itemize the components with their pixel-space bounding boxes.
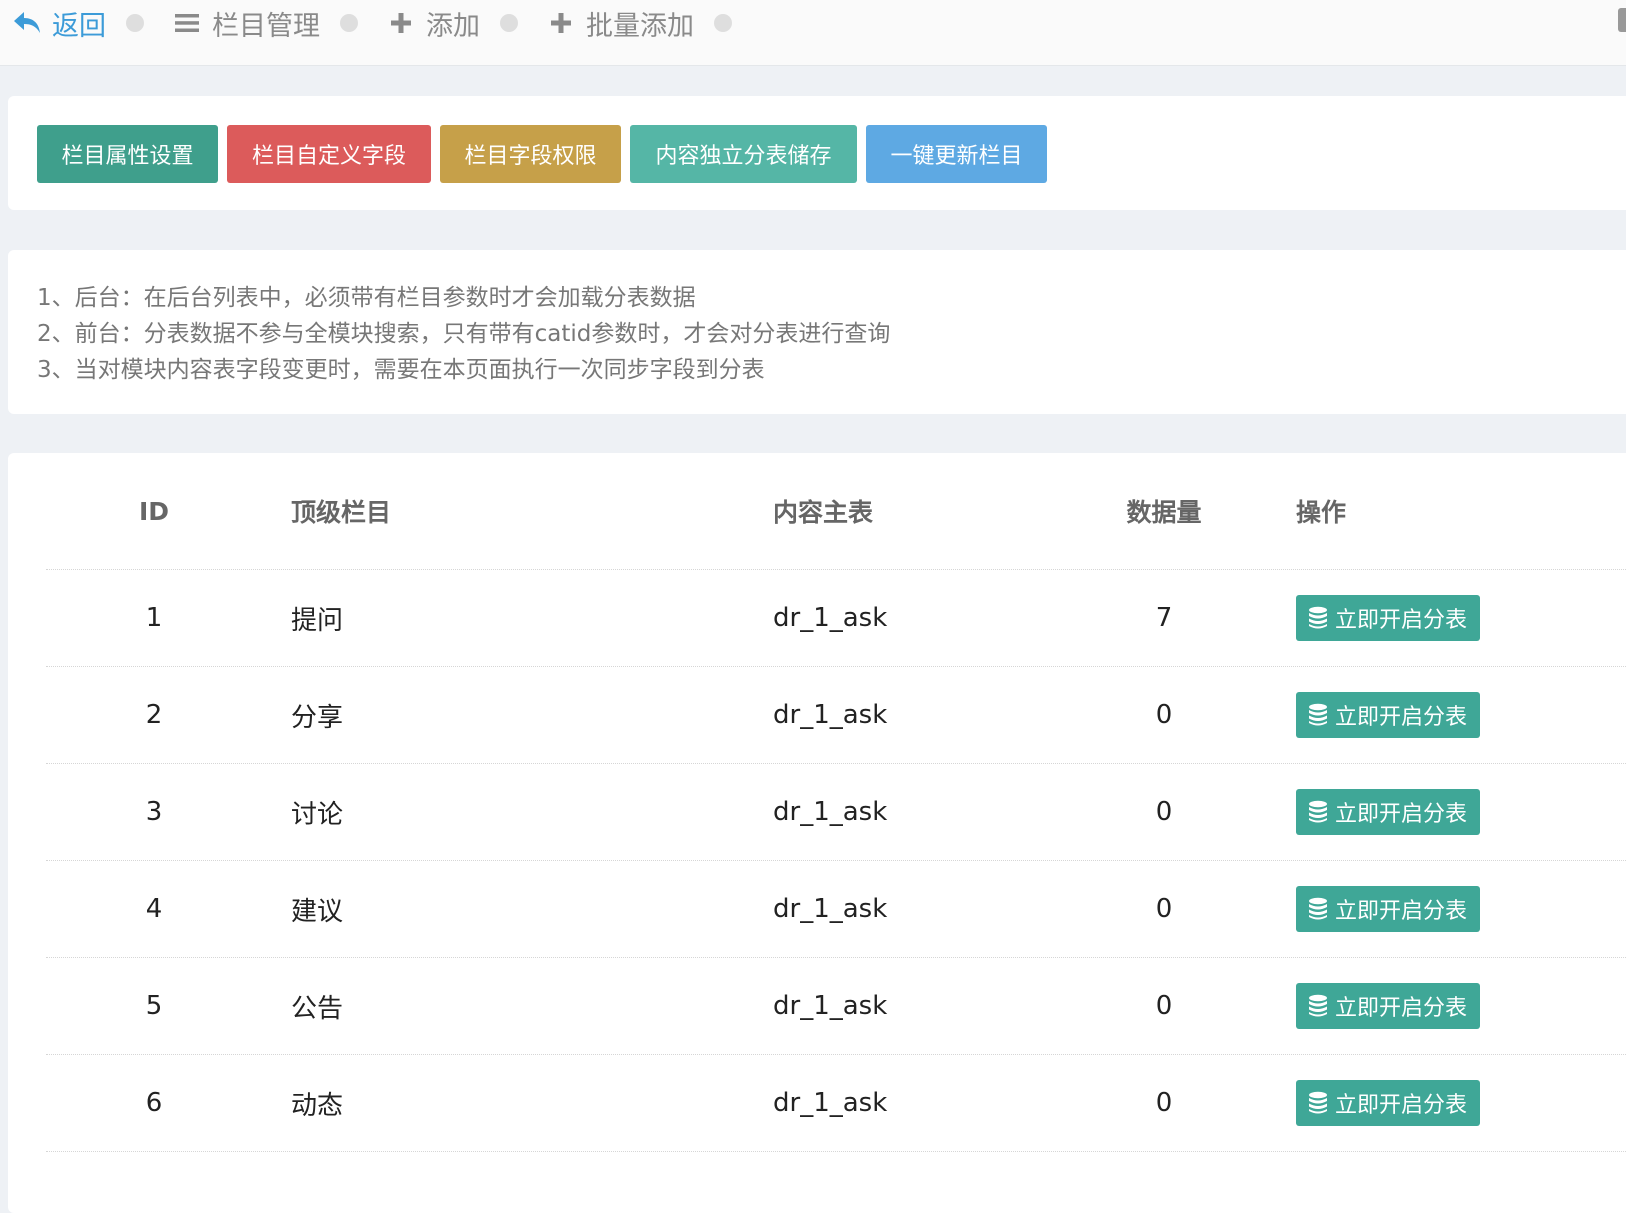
notes-card: 1、后台：在后台列表中，必须带有栏目参数时才会加载分表数据 2、前台：分表数据不…: [8, 250, 1626, 414]
table-row: 2 分享 dr_1_ask 0 立即开启分表: [46, 667, 1626, 764]
header-name: 顶级栏目: [291, 498, 392, 527]
enable-split-table-label: 立即开启分表: [1335, 1093, 1468, 1118]
nav-separator: [714, 14, 732, 32]
row-table: dr_1_ask: [773, 700, 888, 730]
database-icon: [1307, 703, 1329, 727]
row-id: 6: [145, 1088, 163, 1118]
enable-split-table-button[interactable]: 立即开启分表: [1296, 692, 1481, 738]
column-attributes-button[interactable]: 栏目属性设置: [37, 125, 218, 183]
plus-icon: [384, 6, 418, 40]
enable-split-table-button[interactable]: 立即开启分表: [1296, 595, 1481, 641]
notes-list: 1、后台：在后台列表中，必须带有栏目参数时才会加载分表数据 2、前台：分表数据不…: [37, 280, 890, 388]
row-count: 0: [1155, 1088, 1173, 1118]
note-line: 1、后台：在后台列表中，必须带有栏目参数时才会加载分表数据: [37, 285, 696, 311]
header-op: 操作: [1296, 498, 1347, 527]
table-row: 1 提问 dr_1_ask 7 立即开启分表: [46, 570, 1626, 667]
row-op-cell: 立即开启分表: [1296, 1055, 1481, 1151]
row-id: 3: [145, 797, 163, 827]
enable-split-table-button[interactable]: 立即开启分表: [1296, 886, 1481, 932]
row-op-cell: 立即开启分表: [1296, 764, 1481, 860]
row-name: 提问: [291, 605, 344, 636]
toolbar-buttons: 栏目属性设置 栏目自定义字段 栏目字段权限 内容独立分表储存 一键更新栏目: [37, 125, 1056, 183]
row-name: 动态: [291, 1090, 344, 1121]
database-icon: [1307, 897, 1329, 921]
row-table: dr_1_ask: [773, 1088, 888, 1118]
row-table: dr_1_ask: [773, 991, 888, 1021]
row-count: 0: [1155, 797, 1173, 827]
enable-split-table-label: 立即开启分表: [1335, 705, 1468, 730]
table-row: 4 建议 dr_1_ask 0 立即开启分表: [46, 861, 1626, 958]
reply-arrow-icon: [10, 6, 44, 40]
nav-item-batch-add-label: 批量添加: [586, 10, 694, 42]
column-custom-fields-button[interactable]: 栏目自定义字段: [227, 125, 431, 183]
row-id: 5: [145, 991, 163, 1021]
enable-split-table-button[interactable]: 立即开启分表: [1296, 1080, 1481, 1126]
database-icon: [1307, 994, 1329, 1018]
row-id: 2: [145, 700, 163, 730]
row-name: 公告: [291, 993, 344, 1024]
row-table: dr_1_ask: [773, 894, 888, 924]
edge-scroll-marker: [1618, 8, 1626, 32]
row-count: 7: [1155, 603, 1173, 633]
content-split-table-button[interactable]: 内容独立分表储存: [630, 125, 857, 183]
row-table: dr_1_ask: [773, 603, 888, 633]
row-count: 0: [1155, 894, 1173, 924]
row-name: 讨论: [291, 799, 344, 830]
back-link[interactable]: 返回: [10, 4, 106, 43]
nav-separator: [340, 14, 358, 32]
nav-item-add[interactable]: 添加: [384, 4, 480, 43]
top-nav-bar: 返回 栏目管理 添加 批量添加: [0, 0, 1626, 66]
header-table: 内容主表: [773, 498, 874, 527]
nav-separator: [500, 14, 518, 32]
table-row: 5 公告 dr_1_ask 0 立即开启分表: [46, 958, 1626, 1055]
enable-split-table-label: 立即开启分表: [1335, 996, 1468, 1021]
update-columns-button[interactable]: 一键更新栏目: [866, 125, 1047, 183]
table-row: 6 动态 dr_1_ask 0 立即开启分表: [46, 1055, 1626, 1152]
row-count: 0: [1155, 700, 1173, 730]
column-field-permissions-button[interactable]: 栏目字段权限: [440, 125, 621, 183]
row-op-cell: 立即开启分表: [1296, 958, 1481, 1054]
nav-item-batch-add[interactable]: 批量添加: [544, 4, 694, 43]
enable-split-table-label: 立即开启分表: [1335, 899, 1468, 924]
row-name: 分享: [291, 702, 344, 733]
row-id: 1: [145, 603, 163, 633]
database-icon: [1307, 606, 1329, 630]
nav-item-manage-label: 栏目管理: [212, 10, 320, 42]
row-op-cell: 立即开启分表: [1296, 570, 1481, 666]
row-table: dr_1_ask: [773, 797, 888, 827]
note-line: 2、前台：分表数据不参与全模块搜索，只有带有catid参数时，才会对分表进行查询: [37, 321, 891, 347]
toolbar-card: 栏目属性设置 栏目自定义字段 栏目字段权限 内容独立分表储存 一键更新栏目: [8, 96, 1626, 210]
nav-item-add-label: 添加: [426, 10, 480, 42]
database-icon: [1307, 800, 1329, 824]
nav-links: 返回 栏目管理 添加 批量添加: [10, 0, 758, 46]
split-table: ID 顶级栏目 内容主表 数据量 操作 1 提问 dr_1_ask 7 立即开启…: [46, 453, 1626, 1152]
row-op-cell: 立即开启分表: [1296, 861, 1481, 957]
enable-split-table-label: 立即开启分表: [1335, 608, 1468, 633]
enable-split-table-button[interactable]: 立即开启分表: [1296, 983, 1481, 1029]
table-card: ID 顶级栏目 内容主表 数据量 操作 1 提问 dr_1_ask 7 立即开启…: [8, 453, 1626, 1213]
nav-item-manage[interactable]: 栏目管理: [170, 4, 320, 43]
row-id: 4: [145, 894, 163, 924]
row-count: 0: [1155, 991, 1173, 1021]
row-name: 建议: [291, 896, 344, 927]
header-count: 数据量: [1126, 498, 1202, 527]
list-icon: [170, 6, 204, 40]
back-link-label: 返回: [52, 10, 106, 42]
table-header: ID 顶级栏目 内容主表 数据量 操作: [46, 453, 1626, 570]
note-line: 3、当对模块内容表字段变更时，需要在本页面执行一次同步字段到分表: [37, 357, 765, 383]
nav-separator: [126, 14, 144, 32]
header-id: ID: [138, 496, 170, 526]
row-op-cell: 立即开启分表: [1296, 667, 1481, 763]
enable-split-table-button[interactable]: 立即开启分表: [1296, 789, 1481, 835]
enable-split-table-label: 立即开启分表: [1335, 802, 1468, 827]
plus-icon: [544, 6, 578, 40]
table-row: 3 讨论 dr_1_ask 0 立即开启分表: [46, 764, 1626, 861]
database-icon: [1307, 1091, 1329, 1115]
